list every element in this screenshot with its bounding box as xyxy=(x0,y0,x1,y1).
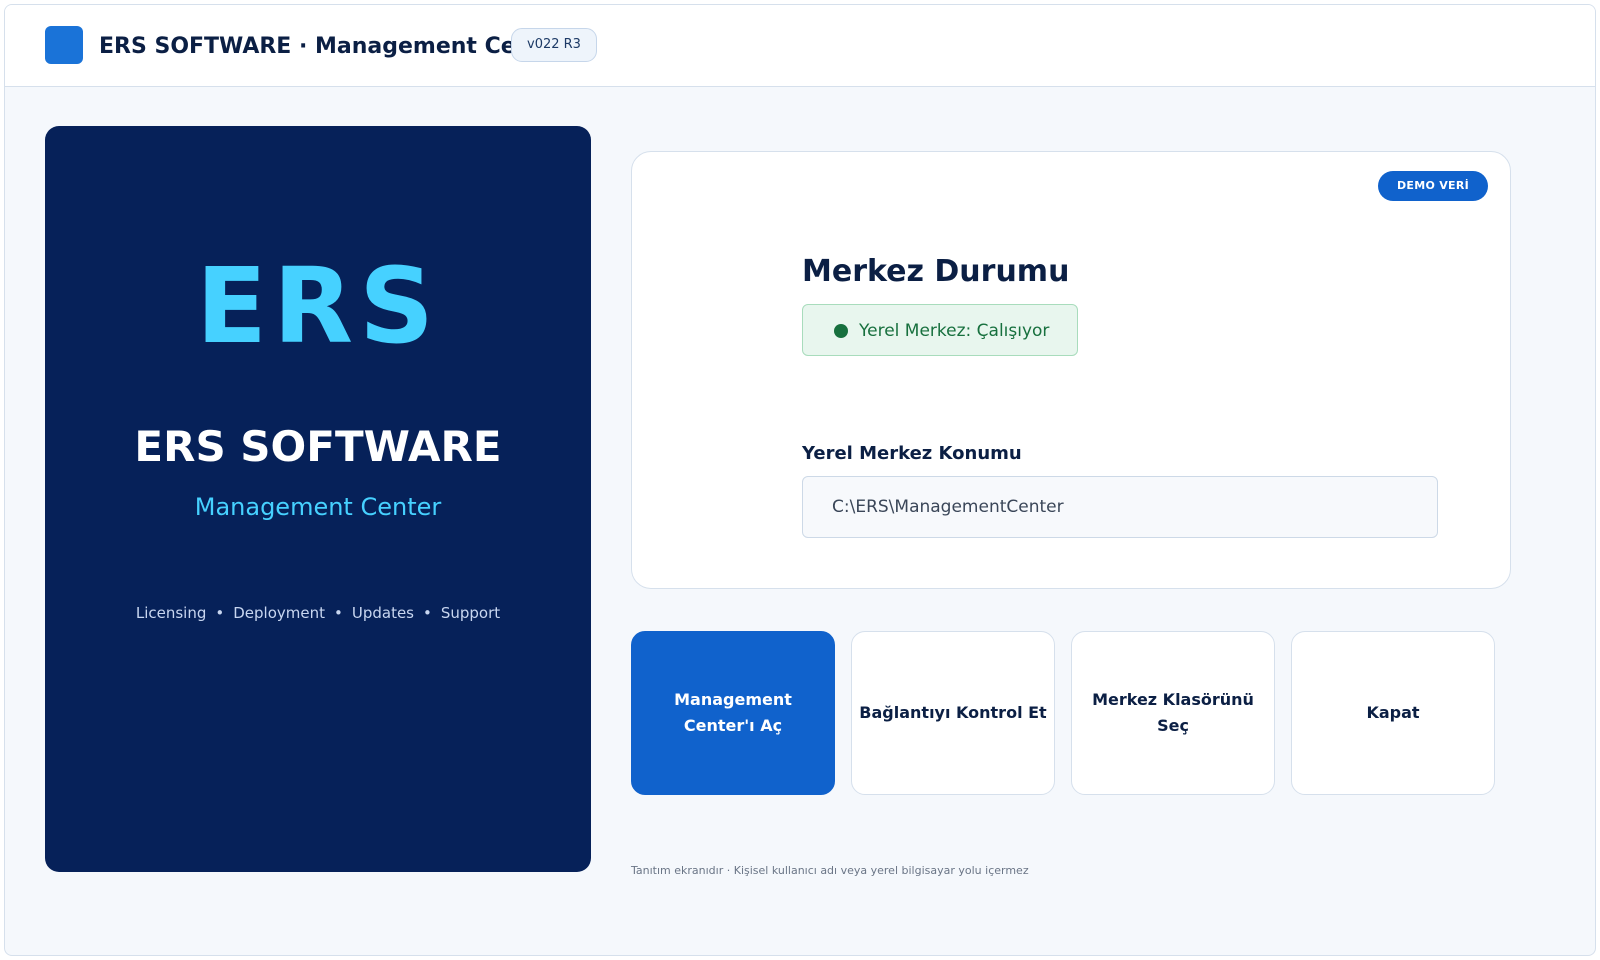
status-text: Yerel Merkez: Çalışıyor xyxy=(859,321,1050,341)
brand-tag-deployment: Deployment xyxy=(233,604,325,622)
location-label: Yerel Merkez Konumu xyxy=(802,443,1022,464)
close-button[interactable]: Kapat xyxy=(1291,631,1495,795)
tag-separator: • xyxy=(334,604,343,622)
brand-tag-licensing: Licensing xyxy=(135,604,207,622)
version-badge: v022 R3 xyxy=(511,28,597,62)
app-logo-icon xyxy=(45,26,83,64)
demo-data-badge: DEMO VERİ xyxy=(1378,171,1488,201)
brand-subtitle: Management Center xyxy=(194,493,442,521)
status-card-title: Merkez Durumu xyxy=(802,254,1070,289)
status-card: DEMO VERİ Merkez Durumu Yerel Merkez: Ça… xyxy=(631,151,1511,589)
app-header: ERS SOFTWARE · Management Center v022 R3 xyxy=(5,5,1595,87)
tag-separator: • xyxy=(423,604,432,622)
select-center-folder-button[interactable]: Merkez Klasörünü Seç xyxy=(1071,631,1275,795)
brand-panel: ERS ERS SOFTWARE Management Center Licen… xyxy=(45,126,591,872)
brand-tag-support: Support xyxy=(440,604,501,622)
check-connection-button[interactable]: Bağlantıyı Kontrol Et xyxy=(851,631,1055,795)
location-path-field[interactable]: C:\ERS\ManagementCenter xyxy=(802,476,1438,538)
status-indicator: Yerel Merkez: Çalışıyor xyxy=(802,304,1078,356)
brand-name: ERS SOFTWARE xyxy=(134,422,502,471)
app-window: ERS SOFTWARE · Management Center v022 R3… xyxy=(4,4,1596,956)
footer-note: Tanıtım ekranıdır · Kişisel kullanıcı ad… xyxy=(631,864,1029,877)
brand-logo: ERS xyxy=(195,245,441,367)
status-dot-icon xyxy=(834,324,848,338)
brand-tag-updates: Updates xyxy=(351,604,414,622)
brand-tags: Licensing • Deployment • Updates • Support xyxy=(45,603,591,623)
app-title: ERS SOFTWARE · Management Center xyxy=(99,34,517,59)
open-management-center-button[interactable]: Management Center'ı Aç xyxy=(631,631,835,795)
tag-separator: • xyxy=(215,604,225,622)
